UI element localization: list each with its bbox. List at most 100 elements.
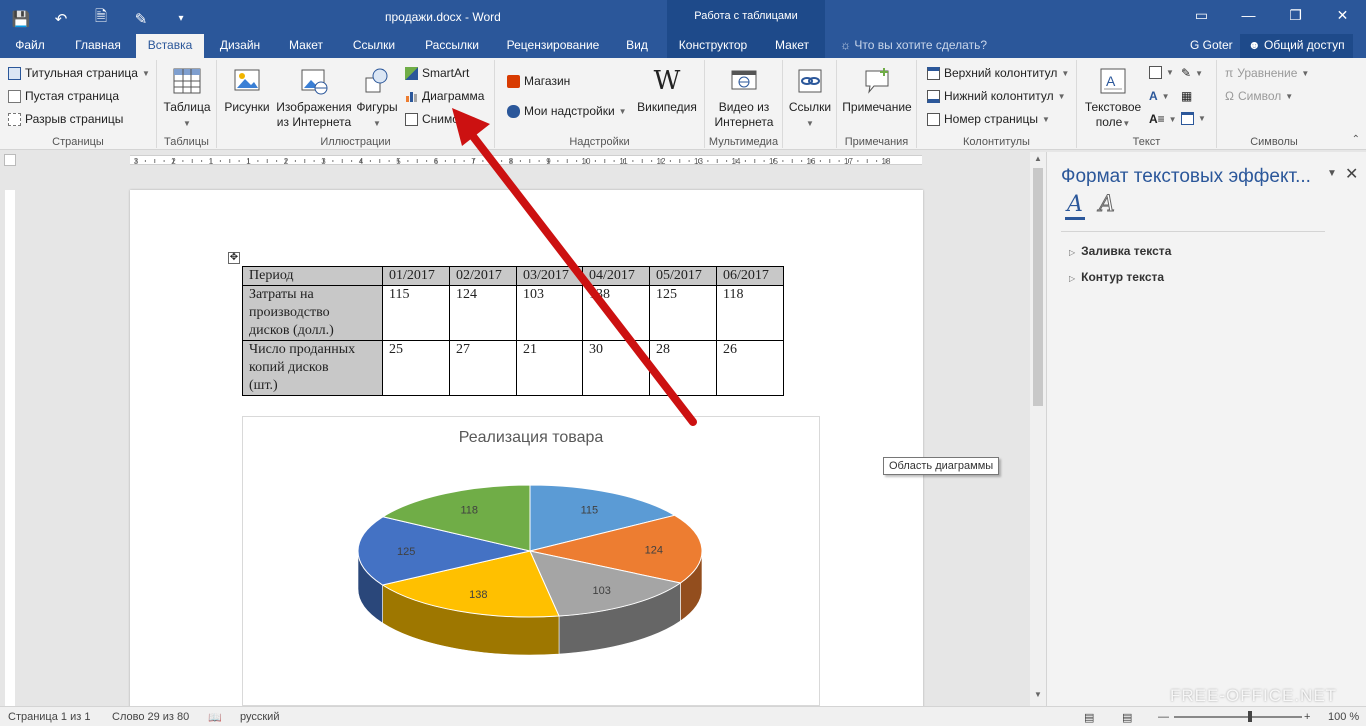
links-button[interactable]: Ссылки ▼: [785, 66, 835, 131]
header-button[interactable]: Верхний колонтитул ▼: [927, 66, 1069, 80]
collapse-ribbon-icon[interactable]: ⌃: [1352, 134, 1360, 145]
section-text-fill[interactable]: ▷ Заливка текста: [1069, 244, 1171, 258]
new-document-icon[interactable]: 🗎: [90, 6, 112, 31]
wordart-button[interactable]: A ▼: [1149, 89, 1170, 103]
wikipedia-button[interactable]: W Википедия: [635, 66, 699, 115]
screenshot-button[interactable]: Снимок ▼: [405, 112, 476, 126]
read-mode-icon[interactable]: ▤: [1084, 711, 1094, 724]
table-move-handle[interactable]: ✥: [228, 252, 240, 264]
new-comment-button[interactable]: Примечание: [839, 66, 915, 115]
tab-references[interactable]: Ссылки: [344, 34, 404, 58]
cover-page-button[interactable]: Титульная страница ▼: [8, 66, 150, 80]
smartart-button[interactable]: SmartArt: [405, 66, 469, 80]
text-effects-icon[interactable]: A: [1098, 192, 1115, 220]
my-addins-button[interactable]: Мои надстройки ▼: [507, 104, 627, 118]
tab-insert[interactable]: Вставка: [136, 34, 204, 58]
user-name[interactable]: G Goter: [1190, 38, 1233, 52]
zoom-in-icon[interactable]: +: [1304, 711, 1310, 723]
drop-cap-button[interactable]: A≡ ▼: [1149, 112, 1177, 126]
text-fill-outline-icon[interactable]: A: [1065, 192, 1085, 220]
zoom-slider[interactable]: [1174, 716, 1302, 718]
date-time-button[interactable]: ▦: [1181, 89, 1192, 103]
tab-home[interactable]: Главная: [64, 34, 132, 58]
table-cell[interactable]: 138: [582, 285, 650, 341]
table-header-cell[interactable]: 02/2017: [449, 266, 517, 286]
zoom-slider-thumb[interactable]: [1248, 711, 1252, 722]
table-cell[interactable]: 115: [382, 285, 450, 341]
tab-design[interactable]: Дизайн: [212, 34, 268, 58]
scroll-up-icon[interactable]: ▲: [1030, 154, 1046, 168]
vertical-ruler[interactable]: [0, 170, 20, 706]
tab-review[interactable]: Рецензирование: [500, 34, 606, 58]
shapes-button[interactable]: Фигуры ▼: [351, 66, 403, 131]
table-button[interactable]: Таблица ▼: [161, 66, 213, 131]
table-header-cell[interactable]: Период: [242, 266, 383, 286]
tell-me-box[interactable]: ☼ Что вы хотите сделать?: [840, 38, 987, 52]
online-video-button[interactable]: Видео из Интернета: [709, 66, 779, 130]
scrollbar-thumb[interactable]: [1033, 168, 1043, 406]
table-cell[interactable]: 124: [449, 285, 517, 341]
share-button[interactable]: ☻ Общий доступ: [1240, 34, 1353, 58]
table-cell[interactable]: 125: [649, 285, 717, 341]
ribbon-display-options-icon[interactable]: ▭: [1178, 0, 1225, 34]
table-header-cell[interactable]: 05/2017: [649, 266, 717, 286]
chart-area[interactable]: Реализация товара 115 124 103 138 125 118: [242, 416, 820, 706]
table-header-cell[interactable]: 01/2017: [382, 266, 450, 286]
table-cell[interactable]: 21: [516, 340, 583, 396]
tab-table-design[interactable]: Конструктор: [667, 34, 759, 58]
proofing-icon[interactable]: 📖: [208, 711, 222, 724]
table-header-cell[interactable]: 06/2017: [716, 266, 784, 286]
print-layout-icon[interactable]: ▤: [1122, 711, 1132, 724]
page-count[interactable]: Страница 1 из 1: [8, 711, 90, 723]
chart-button[interactable]: Диаграмма: [405, 89, 484, 103]
tab-selector[interactable]: [4, 154, 16, 166]
undo-icon[interactable]: ↶: [50, 10, 72, 28]
equation-button[interactable]: π Уравнение ▼: [1225, 66, 1309, 80]
close-icon[interactable]: ✕: [1319, 0, 1366, 34]
signature-line-button[interactable]: ✎ ▼: [1181, 66, 1203, 80]
footer-button[interactable]: Нижний колонтитул ▼: [927, 89, 1066, 103]
minimize-icon[interactable]: —: [1225, 0, 1272, 34]
zoom-out-icon[interactable]: —: [1158, 711, 1169, 723]
table-header-cell[interactable]: 04/2017: [582, 266, 650, 286]
touch-mode-icon[interactable]: ✎: [130, 10, 152, 28]
page-number-button[interactable]: Номер страницы ▼: [927, 112, 1050, 126]
tab-layout[interactable]: Макет: [278, 34, 334, 58]
tab-view[interactable]: Вид: [614, 34, 660, 58]
table-row-label[interactable]: Число проданных копий дисков (шт.): [242, 340, 383, 396]
table-header-cell[interactable]: 03/2017: [516, 266, 583, 286]
table-cell[interactable]: 30: [582, 340, 650, 396]
page-break-button[interactable]: Разрыв страницы: [8, 112, 123, 126]
symbol-button[interactable]: Ω Символ ▼: [1225, 89, 1293, 103]
store-button[interactable]: Магазин: [507, 74, 570, 88]
scroll-down-icon[interactable]: ▼: [1030, 690, 1046, 704]
blank-page-button[interactable]: Пустая страница: [8, 89, 119, 103]
table-cell[interactable]: 28: [649, 340, 717, 396]
ruler-strip[interactable]: 3 2 1 1 2 3 4 5 6 7 8 9 10 11 12 13 14 15 16 17 18: [130, 155, 922, 166]
restore-icon[interactable]: ❐: [1272, 0, 1319, 34]
document-page[interactable]: ✥ Период 01/2017 02/2017 03/2017 04/2017…: [130, 190, 923, 706]
quick-parts-button[interactable]: ▼: [1149, 66, 1174, 79]
tab-table-layout[interactable]: Макет: [759, 34, 825, 58]
table-cell[interactable]: 27: [449, 340, 517, 396]
table-cell[interactable]: 25: [382, 340, 450, 396]
vertical-scrollbar[interactable]: ▲ ▼: [1030, 152, 1046, 706]
tab-mailings[interactable]: Рассылки: [414, 34, 490, 58]
customize-qat-icon[interactable]: ▾: [170, 13, 192, 24]
table-cell[interactable]: 103: [516, 285, 583, 341]
document-area[interactable]: ✥ Период 01/2017 02/2017 03/2017 04/2017…: [20, 170, 1032, 706]
object-button[interactable]: ▼: [1181, 112, 1206, 125]
zoom-level[interactable]: 100 %: [1328, 711, 1359, 723]
close-icon[interactable]: ✕: [1345, 164, 1358, 184]
word-count[interactable]: Слово 29 из 80: [112, 711, 189, 723]
section-text-outline[interactable]: ▷ Контур текста: [1069, 270, 1164, 284]
pictures-button[interactable]: Рисунки: [221, 66, 273, 115]
save-icon[interactable]: 💾: [10, 10, 32, 28]
table-row-label[interactable]: Затраты на производство дисков (долл.): [242, 285, 383, 341]
data-table[interactable]: Период 01/2017 02/2017 03/2017 04/2017 0…: [242, 266, 784, 396]
language-indicator[interactable]: русский: [240, 711, 279, 723]
pane-options-icon[interactable]: ▼: [1327, 168, 1337, 179]
table-cell[interactable]: 118: [716, 285, 784, 341]
pie-chart[interactable]: 115 124 103 138 125 118: [243, 417, 821, 706]
text-box-button[interactable]: A Текстовое поле▼: [1081, 66, 1145, 131]
